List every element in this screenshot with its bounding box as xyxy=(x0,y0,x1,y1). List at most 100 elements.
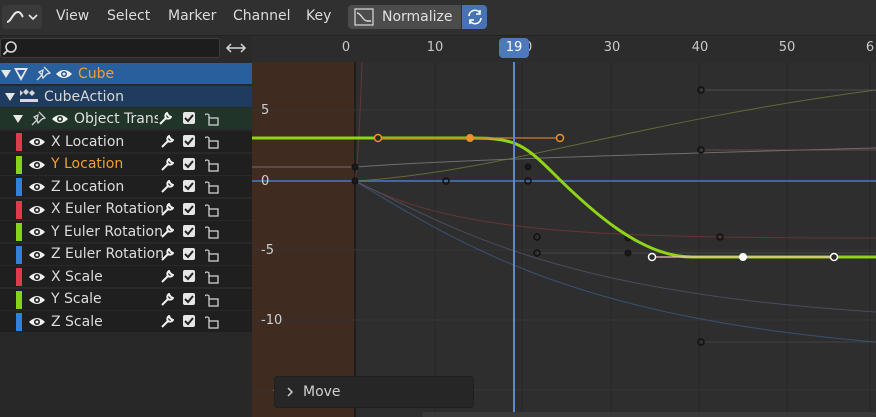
menu-marker[interactable]: Marker xyxy=(168,8,216,24)
wrench-icon[interactable] xyxy=(160,202,174,217)
fcurve-channel-row[interactable]: Y Location xyxy=(0,153,252,175)
editor-type-button[interactable] xyxy=(2,5,42,29)
fcurve-channel-row[interactable]: Z Euler Rotation xyxy=(0,243,252,265)
unlock-icon[interactable] xyxy=(205,270,219,284)
eye-icon[interactable] xyxy=(51,112,69,126)
channel-color-swatch xyxy=(16,290,22,309)
unlock-icon[interactable] xyxy=(205,203,219,217)
fcurve-channel-label: Z Euler Rotation xyxy=(51,246,165,262)
checkbox[interactable] xyxy=(183,202,195,215)
check-icon xyxy=(184,249,194,258)
checkbox[interactable] xyxy=(183,292,195,305)
wrench-icon[interactable] xyxy=(160,270,174,284)
checkbox[interactable] xyxy=(183,315,195,327)
menu-key[interactable]: Key xyxy=(306,8,331,24)
operator-panel[interactable]: Move xyxy=(274,376,474,408)
fcurve-channel-row[interactable]: X Location xyxy=(0,131,252,152)
check-icon xyxy=(184,272,194,281)
channel-color-swatch xyxy=(16,268,22,286)
operator-panel-label: Move xyxy=(303,384,341,400)
curve-z-euler xyxy=(354,180,876,313)
wrench-icon[interactable] xyxy=(160,180,174,194)
channel-color-swatch xyxy=(16,200,22,219)
y-axis-label: 0 xyxy=(261,174,270,189)
wrench-icon[interactable] xyxy=(160,157,174,172)
keyframe-handle-point xyxy=(555,133,565,143)
current-frame-indicator[interactable]: 19 xyxy=(499,38,529,58)
checkbox[interactable] xyxy=(183,247,195,260)
search-icon xyxy=(2,41,17,56)
swap-arrows-button[interactable] xyxy=(224,38,248,58)
eye-icon[interactable] xyxy=(55,67,73,81)
checkbox[interactable] xyxy=(183,112,195,124)
channel-color-swatch xyxy=(16,223,22,241)
eye-icon[interactable] xyxy=(28,180,46,194)
pin-icon[interactable] xyxy=(35,66,51,82)
fcurve-channel-row[interactable]: X Euler Rotation xyxy=(0,198,252,220)
check-icon xyxy=(184,159,194,168)
eye-icon[interactable] xyxy=(28,248,46,262)
channel-group-row[interactable]: Object Transf xyxy=(0,108,252,129)
fcurve-channel-row[interactable]: Y Scale xyxy=(0,288,252,310)
ruler-tick: 6 xyxy=(865,40,875,55)
y-axis-label: 5 xyxy=(261,103,270,118)
action-icon xyxy=(20,89,38,102)
menu-select[interactable]: Select xyxy=(107,8,150,24)
mesh-object-icon xyxy=(14,68,28,81)
fcurve-channel-row[interactable]: Y Euler Rotation xyxy=(0,221,252,242)
frame-ruler[interactable]: 0 10 20 30 40 50 6 xyxy=(252,36,876,63)
checkbox[interactable] xyxy=(183,135,195,147)
wrench-icon[interactable] xyxy=(160,315,174,329)
pin-icon[interactable] xyxy=(30,111,46,127)
search-input[interactable] xyxy=(0,38,220,58)
checkbox[interactable] xyxy=(183,157,195,170)
normalize-refresh-button[interactable] xyxy=(462,5,487,29)
fcurve-channel-row[interactable]: X Scale xyxy=(0,266,252,287)
unlock-icon[interactable] xyxy=(205,180,219,194)
fcurve-channel-label: Y Scale xyxy=(51,291,102,307)
fcurve-channel-label: Y Location xyxy=(51,156,124,172)
wrench-icon[interactable] xyxy=(158,112,172,126)
graph-area[interactable]: 5 0 -5 -10 -1 xyxy=(252,62,876,417)
wrench-icon[interactable] xyxy=(160,292,174,307)
unlock-icon[interactable] xyxy=(205,112,219,126)
channel-group-label: Object Transf xyxy=(74,110,158,127)
unlock-icon[interactable] xyxy=(205,158,219,172)
collapse-arrow-icon xyxy=(1,70,11,78)
graph-editor-icon xyxy=(6,10,38,23)
channel-color-swatch xyxy=(16,133,22,151)
unlock-icon[interactable] xyxy=(205,135,219,149)
channel-object-label: Cube xyxy=(78,65,115,82)
wrench-icon[interactable] xyxy=(160,247,174,262)
eye-icon[interactable] xyxy=(28,158,46,172)
keyframe-point xyxy=(524,163,532,171)
check-icon xyxy=(184,204,194,213)
checkbox[interactable] xyxy=(183,270,195,282)
eye-icon[interactable] xyxy=(28,315,46,329)
eye-icon[interactable] xyxy=(28,225,46,239)
graph-canvas[interactable] xyxy=(252,62,876,417)
eye-icon[interactable] xyxy=(28,203,46,217)
unlock-icon[interactable] xyxy=(205,315,219,329)
keyframe-point xyxy=(351,163,359,171)
wrench-icon[interactable] xyxy=(160,135,174,149)
eye-icon[interactable] xyxy=(28,293,46,307)
checkbox[interactable] xyxy=(183,225,195,237)
fcurve-channel-label: Z Scale xyxy=(51,313,103,330)
normalize-toggle[interactable]: Normalize xyxy=(348,5,461,29)
fcurve-channel-row[interactable]: Z Scale xyxy=(0,311,252,332)
unlock-icon[interactable] xyxy=(205,225,219,239)
curve-y-euler xyxy=(354,89,876,182)
wrench-icon[interactable] xyxy=(160,225,174,239)
fcurve-channel-row[interactable]: Z Location xyxy=(0,176,252,197)
checkbox[interactable] xyxy=(183,180,195,192)
unlock-icon[interactable] xyxy=(205,248,219,262)
eye-icon[interactable] xyxy=(28,270,46,284)
unlock-icon[interactable] xyxy=(205,293,219,307)
menu-channel[interactable]: Channel xyxy=(233,8,290,24)
channel-action-row[interactable]: CubeAction xyxy=(0,86,252,107)
eye-icon[interactable] xyxy=(28,135,46,149)
menu-view[interactable]: View xyxy=(56,8,89,24)
channel-object-row[interactable]: Cube xyxy=(0,63,252,84)
keyframe-handle-point xyxy=(373,133,383,143)
